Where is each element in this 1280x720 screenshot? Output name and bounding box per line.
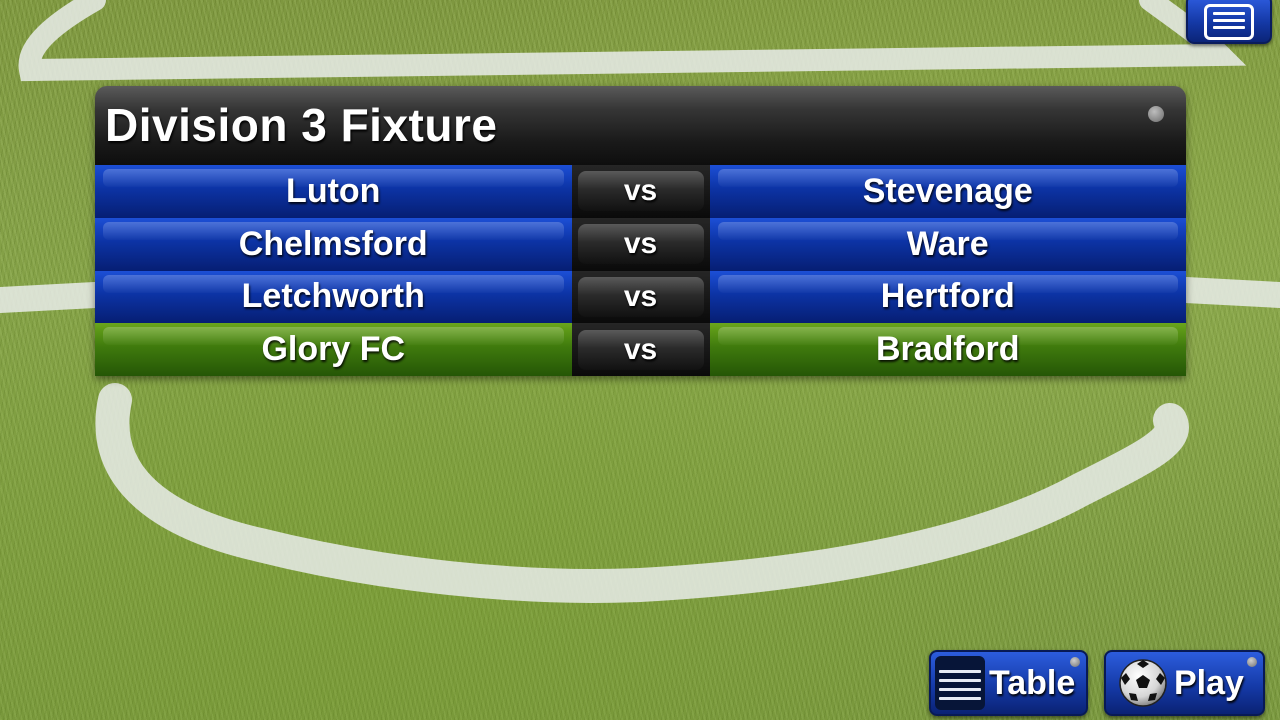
home-team: Chelmsford — [95, 218, 572, 271]
vs-separator: vs — [571, 217, 710, 271]
fixture-panel: Division 3 Fixture Luton vs Stevenage Ch… — [95, 86, 1186, 376]
list-icon — [1204, 4, 1254, 40]
away-team: Bradford — [710, 323, 1187, 376]
away-team: Ware — [710, 218, 1187, 271]
button-indicator-dot — [1247, 657, 1257, 667]
home-team: Letchworth — [95, 271, 572, 324]
menu-button[interactable] — [1186, 0, 1272, 44]
home-team: Glory FC — [95, 323, 572, 376]
button-indicator-dot — [1070, 657, 1080, 667]
table-button-label: Table — [989, 663, 1076, 702]
soccer-ball-icon — [1119, 659, 1167, 707]
page-title: Division 3 Fixture — [105, 99, 498, 151]
away-team: Hertford — [710, 271, 1187, 324]
fixture-row-highlighted: Glory FC vs Bradford — [95, 323, 1186, 376]
table-button[interactable]: Table — [929, 650, 1088, 716]
header-indicator-dot — [1148, 106, 1164, 122]
play-button[interactable]: Play — [1104, 650, 1265, 716]
play-button-label: Play — [1174, 663, 1244, 702]
home-team: Luton — [95, 165, 572, 218]
fixture-row: Chelmsford vs Ware — [95, 217, 1187, 271]
menu-lines-icon — [935, 656, 985, 710]
fixture-row: Letchworth vs Hertford — [95, 270, 1187, 324]
vs-separator: vs — [571, 323, 710, 376]
fixture-row: Luton vs Stevenage — [95, 165, 1186, 218]
vs-separator: vs — [571, 270, 710, 324]
panel-header: Division 3 Fixture — [95, 86, 1186, 165]
vs-separator: vs — [571, 165, 710, 218]
away-team: Stevenage — [710, 165, 1187, 218]
